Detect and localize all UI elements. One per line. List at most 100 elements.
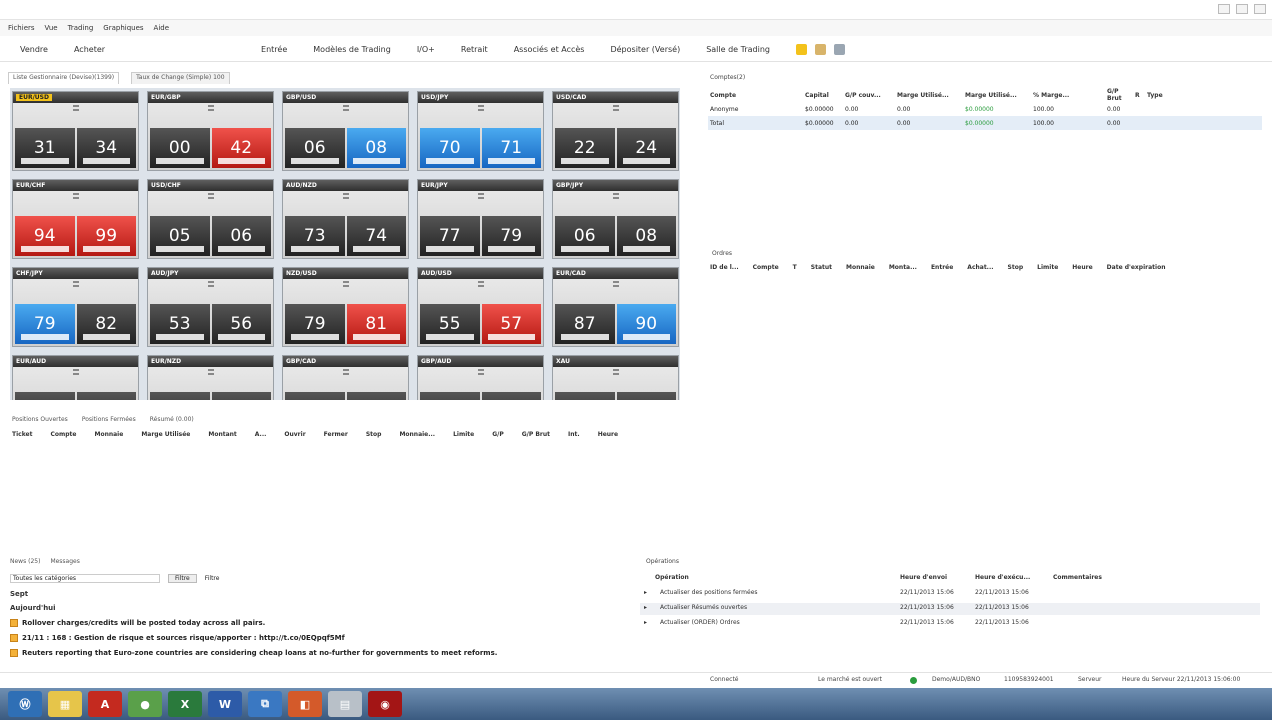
- news-item[interactable]: Rollover charges/credits will be posted …: [10, 619, 265, 627]
- orders-col-header[interactable]: Entrée: [931, 264, 953, 271]
- trades-col-header[interactable]: Limite: [453, 431, 474, 438]
- trades-col-header[interactable]: A...: [255, 431, 267, 438]
- buy-amount-field[interactable]: [82, 158, 130, 164]
- taskbar-app-icon[interactable]: ⧉: [248, 691, 282, 717]
- menu-file[interactable]: Fichiers: [8, 24, 35, 32]
- sell-price-button[interactable]: 79: [15, 304, 75, 344]
- rate-tile[interactable]: CHF/JPY 79 82: [12, 267, 139, 347]
- rate-tile[interactable]: EUR/CHF 94 99: [12, 179, 139, 259]
- buy-amount-field[interactable]: [217, 246, 265, 252]
- rate-tile[interactable]: GBP/USD 06 08: [282, 91, 409, 171]
- settings-icon[interactable]: [834, 44, 845, 55]
- trades-col-header[interactable]: Monnaie...: [399, 431, 435, 438]
- minimize-button[interactable]: [1218, 4, 1230, 14]
- tile-amount-box[interactable]: [477, 109, 484, 111]
- buy-price-button[interactable]: 71: [481, 128, 541, 168]
- sell-price-button[interactable]: 05: [150, 216, 210, 256]
- sell-price-button[interactable]: [285, 392, 345, 400]
- rate-tile[interactable]: GBP/AUD: [417, 355, 544, 400]
- sell-price-button[interactable]: [555, 392, 615, 400]
- buy-amount-field[interactable]: [487, 334, 535, 340]
- tab-summary[interactable]: Résumé (0.00): [150, 416, 194, 423]
- sell-amount-field[interactable]: [561, 334, 609, 340]
- tile-amount-box[interactable]: [72, 373, 79, 375]
- tile-amount-box[interactable]: [342, 197, 349, 199]
- buy-price-button[interactable]: [211, 392, 271, 400]
- news-item[interactable]: 21/11 : 168 : Gestion de risque et sourc…: [10, 634, 345, 642]
- tile-amount-box[interactable]: [207, 197, 214, 199]
- sell-amount-field[interactable]: [21, 246, 69, 252]
- buy-price-button[interactable]: 42: [211, 128, 271, 168]
- buy-amount-field[interactable]: [622, 246, 670, 252]
- orders-col-header[interactable]: Limite: [1037, 264, 1058, 271]
- buy-price-button[interactable]: 79: [481, 216, 541, 256]
- sell-price-button[interactable]: 70: [420, 128, 480, 168]
- accounts-col-header[interactable]: Compte: [710, 92, 805, 99]
- trades-col-header[interactable]: Fermer: [324, 431, 348, 438]
- tile-amount-box[interactable]: [612, 197, 619, 199]
- sell-price-button[interactable]: 73: [285, 216, 345, 256]
- sell-price-button[interactable]: 79: [285, 304, 345, 344]
- tile-amount-box[interactable]: [612, 285, 619, 287]
- buy-price-button[interactable]: 08: [346, 128, 406, 168]
- sell-price-button[interactable]: 87: [555, 304, 615, 344]
- tab-rates-simple[interactable]: Taux de Change (Simple) 100: [131, 72, 230, 84]
- orders-col-header[interactable]: Date d'expiration: [1107, 264, 1166, 271]
- buy-amount-field[interactable]: [622, 334, 670, 340]
- buy-amount-field[interactable]: [352, 334, 400, 340]
- taskbar-app-icon[interactable]: ●: [128, 691, 162, 717]
- tab-closed-positions[interactable]: Positions Fermées: [82, 416, 136, 423]
- accounts-col-header[interactable]: G/P couv...: [845, 92, 897, 99]
- operations-row[interactable]: ▸ Actualiser (ORDER) Ordres 22/11/2013 15:…: [640, 618, 1260, 630]
- trades-col-header[interactable]: Monnaie: [95, 431, 124, 438]
- orders-col-header[interactable]: Compte: [753, 264, 779, 271]
- buy-price-button[interactable]: 34: [76, 128, 136, 168]
- tile-amount-box[interactable]: [477, 197, 484, 199]
- trades-col-header[interactable]: Marge Utilisée: [141, 431, 190, 438]
- rate-tile[interactable]: AUD/USD 55 57: [417, 267, 544, 347]
- taskbar-app-icon[interactable]: ◉: [368, 691, 402, 717]
- taskbar-app-icon[interactable]: A: [88, 691, 122, 717]
- orders-col-header[interactable]: Monta...: [889, 264, 917, 271]
- buy-price-button[interactable]: 57: [481, 304, 541, 344]
- io-button[interactable]: I/O+: [417, 45, 435, 54]
- trades-col-header[interactable]: Compte: [50, 431, 76, 438]
- bulb-icon[interactable]: [796, 44, 807, 55]
- sell-price-button[interactable]: [15, 392, 75, 400]
- trades-col-header[interactable]: Ticket: [12, 431, 32, 438]
- rate-tile[interactable]: EUR/AUD: [12, 355, 139, 400]
- operations-row[interactable]: ▸ Actualiser Résumés ouvertes 22/11/2013 1…: [640, 603, 1260, 615]
- trades-col-header[interactable]: Montant: [208, 431, 236, 438]
- expand-icon[interactable]: ▸: [644, 589, 647, 596]
- accounts-col-header[interactable]: R: [1135, 92, 1147, 99]
- rate-tile[interactable]: EUR/CAD 87 90: [552, 267, 679, 347]
- buy-amount-field[interactable]: [82, 246, 130, 252]
- sell-amount-field[interactable]: [561, 246, 609, 252]
- sell-amount-field[interactable]: [426, 334, 474, 340]
- tab-rates-list[interactable]: Liste Gestionnaire (Devise)(1399): [8, 72, 120, 84]
- orders-col-header[interactable]: Statut: [811, 264, 832, 271]
- tile-amount-box[interactable]: [72, 109, 79, 111]
- buy-amount-field[interactable]: [352, 246, 400, 252]
- rate-tile[interactable]: AUD/JPY 53 56: [147, 267, 274, 347]
- sell-amount-field[interactable]: [21, 334, 69, 340]
- trading-room-button[interactable]: Salle de Trading: [706, 45, 770, 54]
- buy-price-button[interactable]: 06: [211, 216, 271, 256]
- buy-price-button[interactable]: 99: [76, 216, 136, 256]
- buy-price-button[interactable]: 90: [616, 304, 676, 344]
- tile-amount-box[interactable]: [342, 109, 349, 111]
- rate-tile[interactable]: EUR/NZD: [147, 355, 274, 400]
- orders-col-header[interactable]: ID de l...: [710, 264, 739, 271]
- buy-amount-field[interactable]: [622, 158, 670, 164]
- sell-amount-field[interactable]: [426, 158, 474, 164]
- sell-price-button[interactable]: 55: [420, 304, 480, 344]
- news-filter-button[interactable]: Filtre: [168, 574, 197, 583]
- tab-news[interactable]: News (25): [10, 558, 40, 565]
- buy-amount-field[interactable]: [82, 334, 130, 340]
- orders-col-header[interactable]: Achat...: [967, 264, 993, 271]
- tile-amount-box[interactable]: [207, 373, 214, 375]
- trades-col-header[interactable]: Ouvrir: [284, 431, 305, 438]
- news-category-select[interactable]: Toutes les catégories: [10, 574, 160, 583]
- orders-col-header[interactable]: Monnaie: [846, 264, 875, 271]
- trades-col-header[interactable]: Stop: [366, 431, 382, 438]
